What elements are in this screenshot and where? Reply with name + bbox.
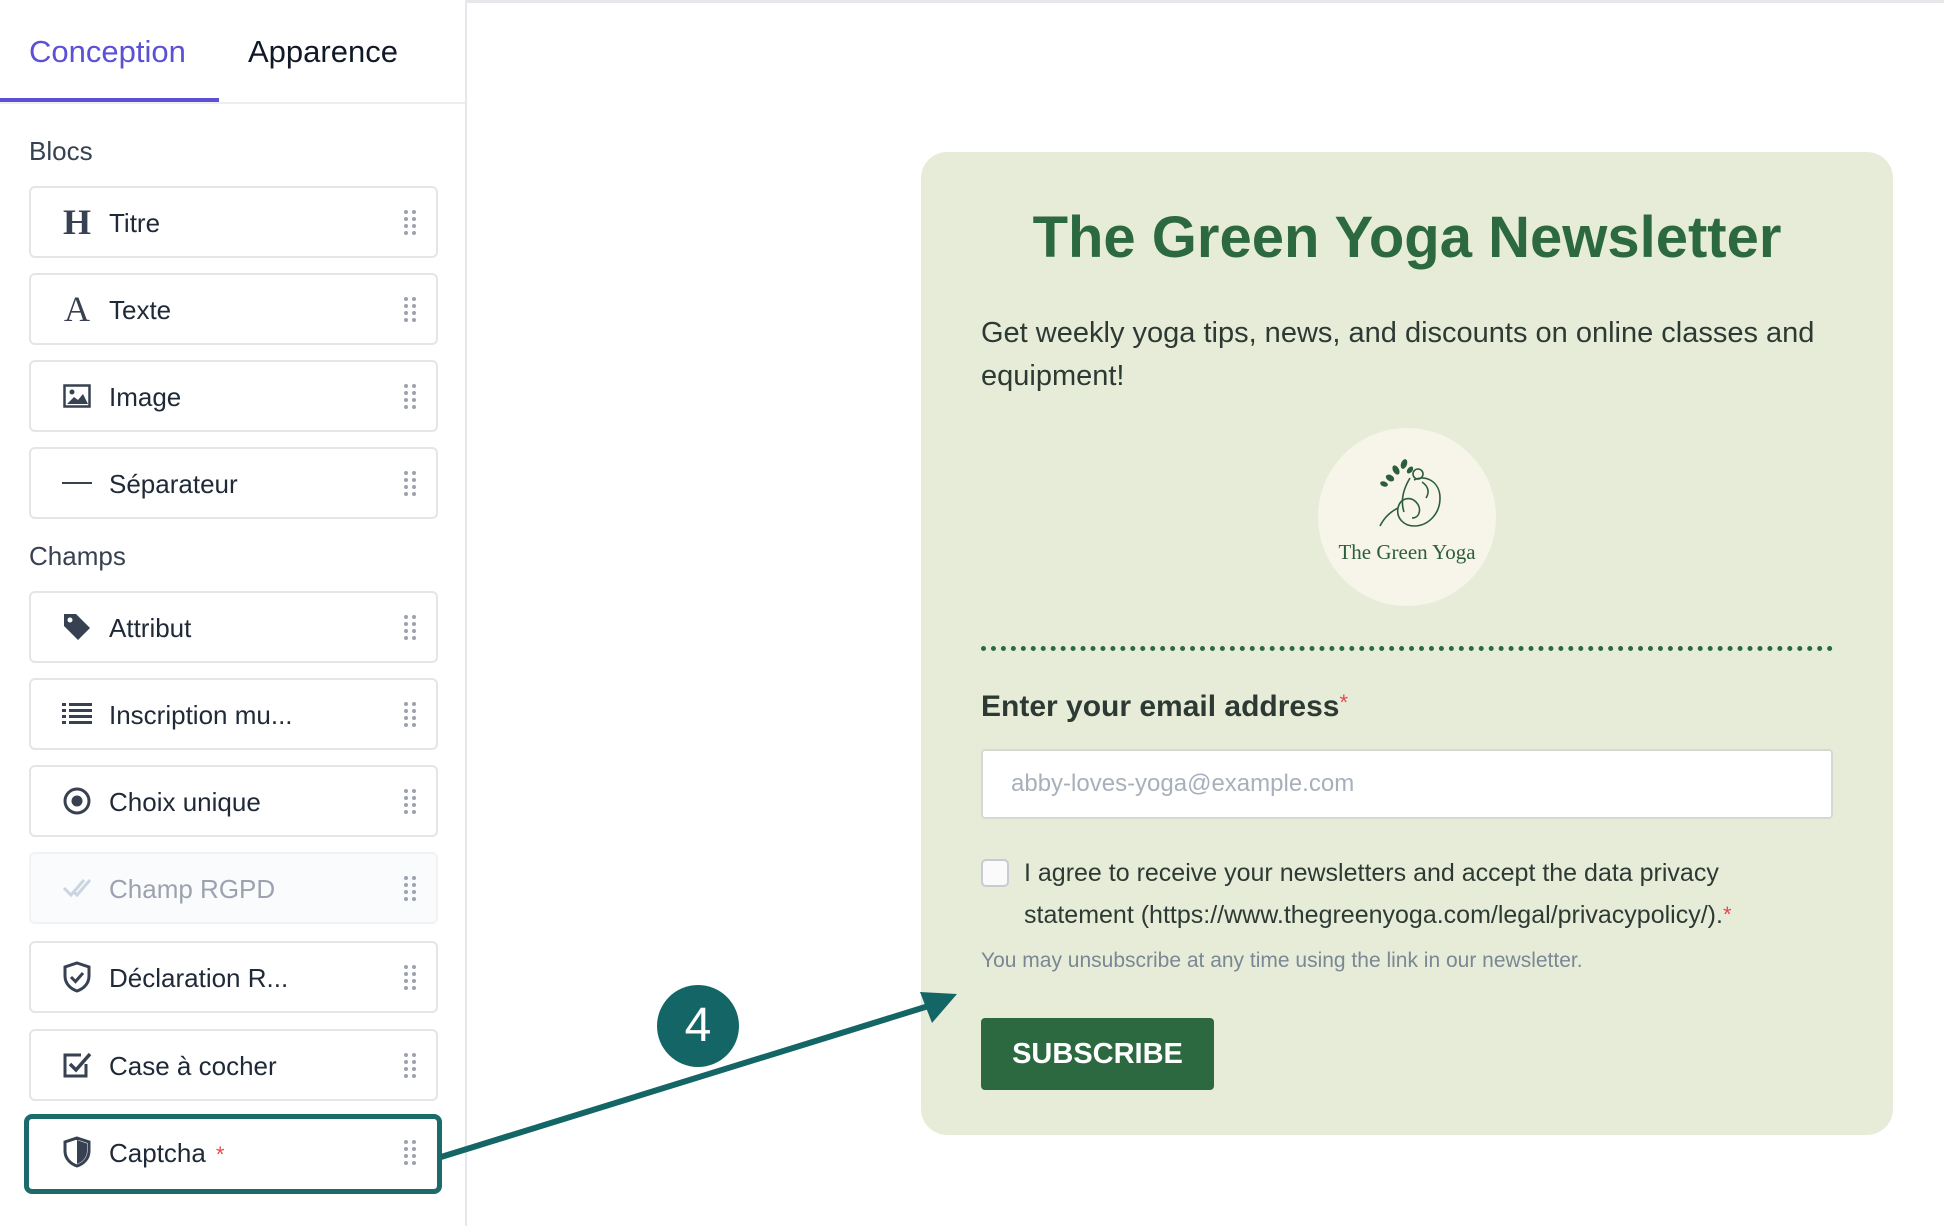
- block-label: Image: [109, 382, 182, 412]
- image-icon: [61, 362, 93, 430]
- consent-label: I agree to receive your newsletters and …: [1024, 852, 1824, 936]
- field-choix-unique[interactable]: Choix unique: [29, 765, 438, 837]
- block-label: Séparateur: [109, 469, 238, 499]
- drag-handle-icon[interactable]: [402, 208, 418, 236]
- form-title: The Green Yoga Newsletter: [1032, 205, 1782, 270]
- yoga-figure-icon: [1379, 459, 1441, 527]
- field-champ-rgpd: Champ RGPD: [29, 852, 438, 924]
- active-tab-indicator: [0, 98, 219, 102]
- step-number-badge: 4: [657, 985, 739, 1067]
- unsubscribe-note: You may unsubscribe at any time using th…: [981, 949, 1583, 972]
- block-separateur[interactable]: Séparateur: [29, 447, 438, 519]
- drag-handle-icon[interactable]: [402, 700, 418, 728]
- drag-handle-icon[interactable]: [402, 963, 418, 991]
- block-label: Inscription mu...: [109, 700, 293, 730]
- drag-handle-icon: [404, 876, 416, 901]
- drag-handle-icon[interactable]: [402, 469, 418, 497]
- list-icon: [61, 680, 93, 748]
- block-label: Attribut: [109, 613, 192, 643]
- logo-text: The Green Yoga: [1338, 540, 1476, 564]
- heading-icon: H: [62, 202, 91, 242]
- block-titre[interactable]: H Titre: [29, 186, 438, 258]
- form-subtitle: Get weekly yoga tips, news, and discount…: [981, 317, 1815, 392]
- field-declaration-rgpd[interactable]: Déclaration R...: [29, 941, 438, 1013]
- block-label: Titre: [109, 208, 161, 238]
- consent-checkbox[interactable]: [981, 859, 1009, 887]
- block-label: Case à cocher: [109, 1051, 277, 1081]
- block-texte[interactable]: A Texte: [29, 273, 438, 345]
- block-label: Choix unique: [109, 787, 261, 817]
- builder-sidebar: Conception Apparence Blocs H Titre A Tex…: [0, 0, 467, 1226]
- text-icon: A: [64, 289, 90, 329]
- drag-handle-icon[interactable]: [402, 613, 418, 641]
- email-label: Enter your email address*: [981, 690, 1348, 724]
- checkbox-icon: [61, 1031, 93, 1099]
- field-inscription-multiple[interactable]: Inscription mu...: [29, 678, 438, 750]
- tag-icon: [61, 593, 93, 661]
- tab-conception[interactable]: Conception: [29, 34, 186, 70]
- section-label-blocs: Blocs: [29, 136, 93, 166]
- subscribe-button[interactable]: SUBSCRIBE: [981, 1018, 1214, 1090]
- drag-handle-icon[interactable]: [402, 1051, 418, 1079]
- radio-icon: [61, 767, 93, 835]
- section-label-champs: Champs: [29, 541, 126, 571]
- shield-check-icon: [61, 943, 93, 1011]
- block-label: Champ RGPD: [109, 874, 276, 904]
- required-marker: *: [1339, 690, 1349, 715]
- captcha-highlight-frame: [24, 1114, 442, 1194]
- email-input[interactable]: [981, 749, 1833, 819]
- required-marker: *: [1722, 902, 1732, 927]
- drag-handle-icon[interactable]: [402, 787, 418, 815]
- block-label: Déclaration R...: [109, 963, 289, 993]
- drag-handle-icon[interactable]: [402, 295, 418, 323]
- consent-text: I agree to receive your newsletters and …: [1024, 859, 1723, 929]
- brand-logo: The Green Yoga: [1318, 428, 1496, 606]
- field-attribut[interactable]: Attribut: [29, 591, 438, 663]
- dotted-separator: [981, 646, 1833, 651]
- sidebar-tabs: Conception Apparence: [0, 0, 465, 104]
- block-label: Texte: [109, 295, 172, 325]
- separator-icon: [61, 449, 93, 517]
- block-image[interactable]: Image: [29, 360, 438, 432]
- tab-apparence[interactable]: Apparence: [248, 34, 398, 70]
- newsletter-form-card: The Green Yoga Newsletter Get weekly yog…: [921, 152, 1893, 1135]
- field-case-a-cocher[interactable]: Case à cocher: [29, 1029, 438, 1101]
- drag-handle-icon[interactable]: [402, 382, 418, 410]
- email-label-text: Enter your email address: [981, 690, 1340, 723]
- double-check-icon: [61, 854, 93, 922]
